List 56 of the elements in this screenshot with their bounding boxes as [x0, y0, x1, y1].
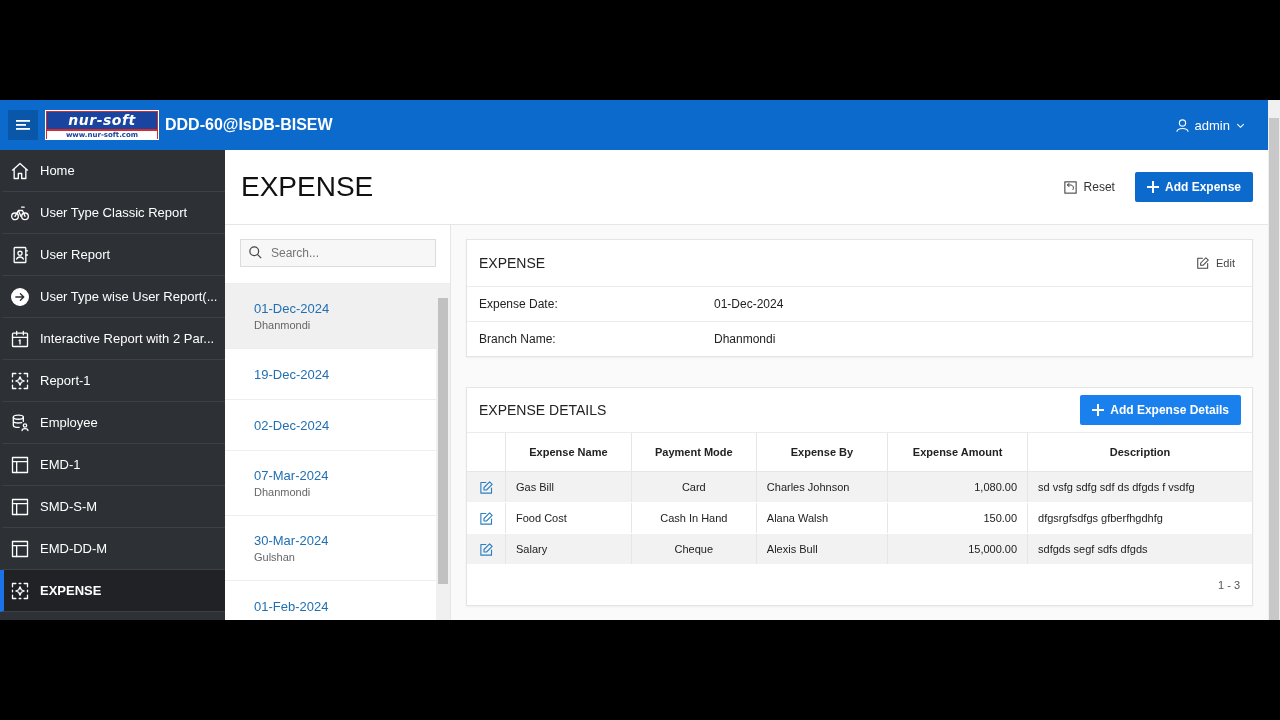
- table-cell: dfgsrgfsdfgs gfberfhgdhfg: [1027, 502, 1252, 534]
- column-header[interactable]: Expense By: [756, 433, 888, 472]
- table-cell: 150.00: [887, 502, 1028, 534]
- sidebar-item[interactable]: Home: [0, 150, 225, 192]
- field-label: Expense Date:: [479, 297, 559, 311]
- table-cell: Gas Bill: [505, 471, 632, 503]
- card-title: EXPENSE: [479, 255, 546, 271]
- item-date: 30-Mar-2024: [254, 533, 330, 548]
- table-cell: Food Cost: [505, 502, 632, 534]
- card-title: EXPENSE DETAILS: [479, 402, 607, 418]
- table-cell: sdfgds segf sdfs dfgds: [1027, 533, 1252, 565]
- app-title: DDD-60@IsDB-BISEW: [165, 116, 333, 134]
- item-date: 07-Mar-2024: [254, 468, 330, 483]
- edit-button[interactable]: Edit: [1190, 255, 1241, 271]
- field-label: Branch Name:: [479, 332, 557, 346]
- column-header[interactable]: Expense Name: [505, 433, 632, 472]
- table-cell: 15,000.00: [887, 533, 1028, 565]
- table-cell: sd vsfg sdfg sdf ds dfgds f vsdfg: [1027, 471, 1252, 503]
- item-branch: Dhanmondi: [254, 486, 312, 498]
- sidebar-item[interactable]: User Type wise User Report(...: [0, 276, 225, 318]
- pagination-label: 1 - 3: [1218, 579, 1240, 591]
- user-menu[interactable]: admin: [1168, 116, 1252, 134]
- sidebar-item[interactable]: EMD-1: [0, 444, 225, 486]
- search-field[interactable]: Search...: [240, 239, 436, 267]
- logo-name: nur-soft: [47, 112, 157, 129]
- table-cell: Cheque: [631, 533, 757, 565]
- column-header[interactable]: Description: [1027, 433, 1252, 472]
- sidebar-item[interactable]: Interactive Report with 2 Par...: [0, 318, 225, 360]
- sidebar-item[interactable]: SMD-S-M: [0, 486, 225, 528]
- add-details-button[interactable]: Add Expense Details: [1080, 395, 1241, 425]
- sidebar-item[interactable]: Report-1: [0, 360, 225, 402]
- item-branch: Dhanmondi: [254, 319, 312, 331]
- reset-button[interactable]: Reset: [1056, 178, 1121, 196]
- table-cell: 1,080.00: [887, 471, 1028, 503]
- table-cell: Alana Walsh: [756, 502, 888, 534]
- sidebar-item[interactable]: User Type Classic Report: [0, 192, 225, 234]
- add-expense-button[interactable]: Add Expense: [1134, 172, 1253, 202]
- column-header[interactable]: Expense Amount: [887, 433, 1028, 472]
- sidebar-item[interactable]: Employee: [0, 402, 225, 444]
- item-date: 19-Dec-2024: [254, 366, 331, 382]
- table-cell: Card: [631, 471, 757, 503]
- field-value: 01-Dec-2024: [714, 297, 784, 311]
- column-header[interactable]: Payment Mode: [631, 433, 757, 472]
- sidebar-item[interactable]: EXPENSE: [0, 570, 225, 612]
- table-cell: Alexis Bull: [756, 533, 888, 565]
- item-date: 01-Feb-2024: [254, 598, 330, 614]
- table-cell: Charles Johnson: [756, 471, 888, 503]
- table-cell: Cash In Hand: [631, 502, 757, 534]
- item-branch: Gulshan: [254, 551, 296, 563]
- page-title: EXPENSE: [241, 171, 374, 203]
- item-date: 02-Dec-2024: [254, 417, 331, 433]
- table-cell: Salary: [505, 533, 632, 565]
- field-value: Dhanmondi: [714, 332, 776, 346]
- list-item[interactable]: 01-Dec-2024 Dhanmondi: [225, 284, 436, 349]
- item-date: 01-Dec-2024: [254, 301, 331, 316]
- sidebar-item[interactable]: User Report: [0, 234, 225, 276]
